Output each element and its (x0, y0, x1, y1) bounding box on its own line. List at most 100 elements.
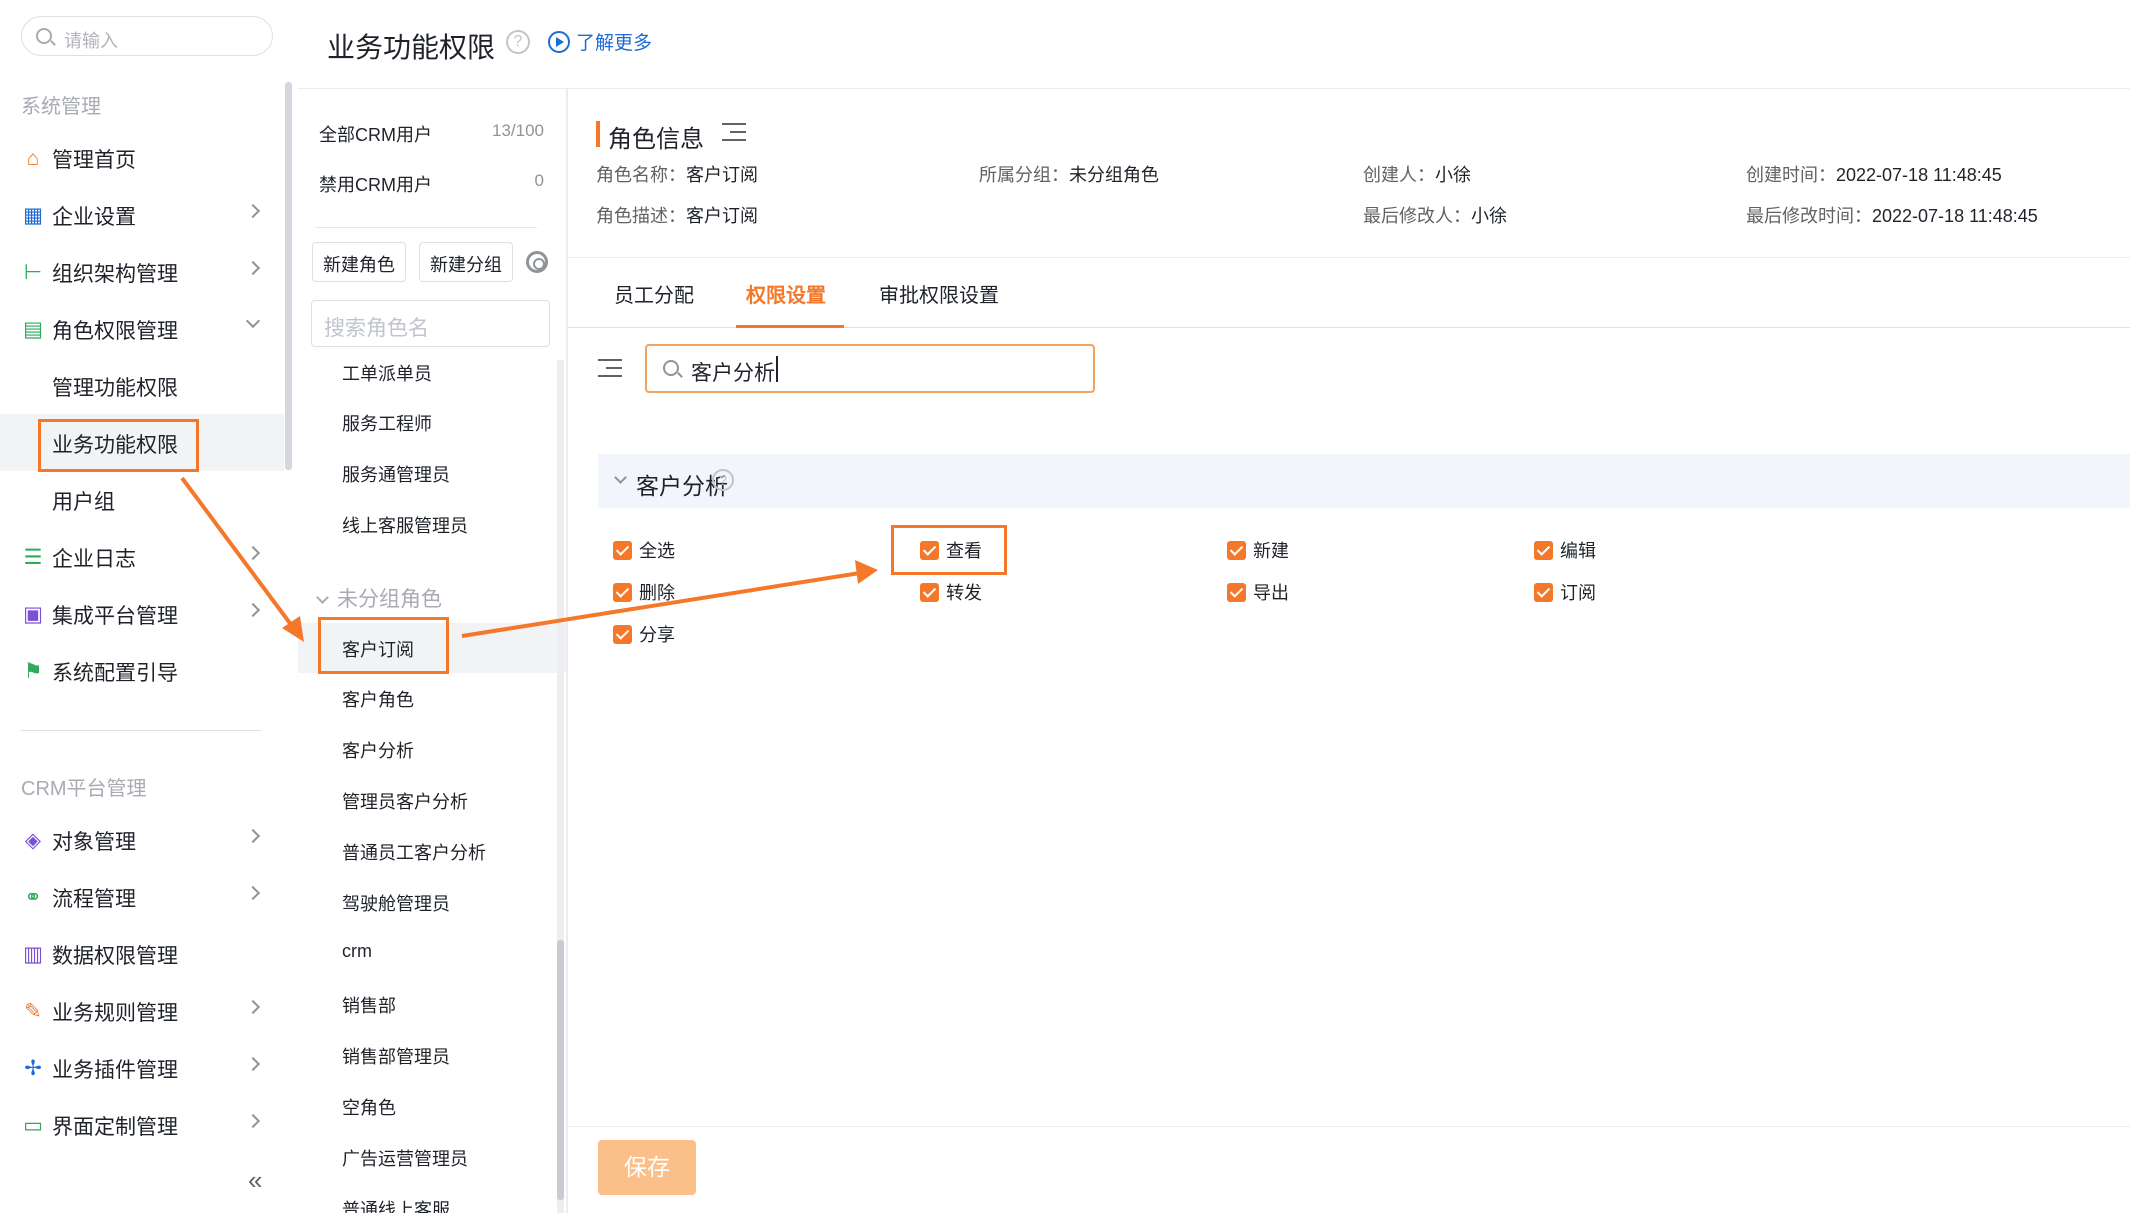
role-item[interactable]: 管理员客户分析 (298, 775, 566, 825)
role-search-input[interactable]: 搜索角色名 (311, 300, 550, 347)
creator-label: 创建人： (1363, 165, 1435, 185)
outline-list-icon[interactable] (722, 121, 746, 143)
role-label: crm (342, 941, 372, 961)
role-item[interactable]: 客户分析 (298, 724, 566, 774)
role-label: 服务通管理员 (342, 465, 450, 485)
disabled-crm-users-link[interactable]: 禁用CRM用户 (319, 171, 432, 197)
role-item[interactable]: 广告运营管理员 (298, 1132, 566, 1182)
role-group-field: 所属分组：未分组角色 (979, 161, 1159, 187)
page-title: 业务功能权限 (327, 32, 496, 63)
role-search-placeholder: 搜索角色名 (324, 317, 429, 340)
checkbox-checked-icon (1227, 583, 1246, 602)
last-modifier-value: 小徐 (1471, 206, 1507, 226)
sidebar-item-process-management[interactable]: ⚭ 流程管理 (0, 868, 284, 925)
tab-employee-assignment[interactable]: 员工分配 (614, 279, 694, 308)
sidebar-item-enterprise-settings[interactable]: ▦ 企业设置 (0, 186, 284, 243)
sidebar-item-integration-platform[interactable]: ▣ 集成平台管理 (0, 585, 284, 642)
creator-field: 创建人：小徐 (1363, 161, 1471, 187)
perm-checkbox-share[interactable]: 分享 (613, 621, 675, 647)
role-item[interactable]: 销售部管理员 (298, 1030, 566, 1080)
sidebar-item-config-guide[interactable]: ⚑ 系统配置引导 (0, 642, 284, 699)
sidebar-subitem-admin-function-permissions[interactable]: 管理功能权限 (0, 357, 284, 414)
sidebar-item-org-structure[interactable]: ⊢ 组织架构管理 (0, 243, 284, 300)
sidebar-item-label: 流程管理 (52, 888, 136, 911)
sidebar-search[interactable]: 请输入 (21, 16, 273, 56)
perm-checkbox-select-all[interactable]: 全选 (613, 537, 675, 563)
roles-scrollbar-thumb[interactable] (557, 940, 564, 1200)
checkbox-checked-icon (1534, 541, 1553, 560)
role-item[interactable]: 普通员工客户分析 (298, 826, 566, 876)
role-label: 管理员客户分析 (342, 792, 468, 812)
sidebar-item-label: 企业设置 (52, 206, 136, 229)
tab-permission-settings[interactable]: 权限设置 (746, 279, 826, 308)
checkbox-checked-icon (613, 625, 632, 644)
perm-checkbox-edit[interactable]: 编辑 (1534, 537, 1596, 563)
collapse-sidebar-icon[interactable]: « (248, 1165, 262, 1196)
active-tab-indicator (736, 325, 844, 328)
chevron-right-icon (245, 545, 261, 561)
role-label: 销售部 (342, 996, 396, 1016)
sidebar-item-label: 管理功能权限 (52, 377, 178, 400)
gear-icon[interactable] (526, 251, 548, 273)
sidebar-item-enterprise-log[interactable]: ☰ 企业日志 (0, 528, 284, 585)
role-name-label: 角色名称： (596, 165, 686, 185)
role-name-value: 客户订阅 (686, 165, 758, 185)
learn-more-label: 了解更多 (576, 33, 653, 54)
sidebar-item-role-permissions[interactable]: ▤ 角色权限管理 (0, 300, 284, 357)
chevron-right-icon (245, 1056, 261, 1072)
sidebar-item-data-permissions[interactable]: ▥ 数据权限管理 (0, 925, 284, 982)
save-button[interactable]: 保存 (598, 1140, 696, 1195)
role-item[interactable]: 空角色 (298, 1081, 566, 1131)
sidebar-item-ui-customization[interactable]: ▭ 界面定制管理 (0, 1096, 284, 1153)
log-icon: ☰ (23, 546, 43, 569)
role-item[interactable]: 客户角色 (298, 673, 566, 723)
learn-more-link[interactable]: 了解更多 (548, 28, 652, 55)
role-item[interactable]: 服务通管理员 (298, 448, 566, 498)
last-modifier-field: 最后修改人：小徐 (1363, 202, 1507, 228)
permission-search-input[interactable]: 客户分析 (645, 344, 1095, 393)
role-item[interactable]: crm (298, 928, 566, 978)
perm-label: 分享 (639, 625, 675, 645)
chevron-right-icon (245, 260, 261, 276)
expand-collapse-all-icon[interactable] (598, 357, 622, 379)
help-icon[interactable]: ? (506, 30, 530, 54)
disabled-crm-users-count: 0 (534, 171, 544, 190)
new-group-button[interactable]: 新建分组 (419, 242, 513, 282)
created-time-label: 创建时间： (1746, 165, 1836, 185)
perm-checkbox-delete[interactable]: 删除 (613, 579, 675, 605)
sidebar-item-object-management[interactable]: ◈ 对象管理 (0, 811, 284, 868)
permission-module-header[interactable]: 客户分析 ? (598, 454, 2130, 508)
perm-checkbox-create[interactable]: 新建 (1227, 537, 1289, 563)
role-item[interactable]: 销售部 (298, 979, 566, 1029)
sidebar-item-label: 对象管理 (52, 831, 136, 854)
role-item[interactable]: 普通线上客服 (298, 1183, 566, 1213)
all-crm-users-link[interactable]: 全部CRM用户 (319, 121, 432, 147)
sidebar-item-label: 数据权限管理 (52, 945, 178, 968)
chip-icon: ▣ (23, 603, 43, 626)
sidebar-item-business-rules[interactable]: ✎ 业务规则管理 (0, 982, 284, 1039)
role-group-ungrouped[interactable]: 未分组角色 (316, 583, 442, 613)
flow-icon: ⚭ (24, 886, 42, 909)
building-icon: ▦ (23, 204, 43, 227)
sidebar-item-label: 组织架构管理 (52, 263, 178, 286)
highlight-box-role (318, 617, 449, 674)
sidebar-item-label: 业务插件管理 (52, 1059, 178, 1082)
role-detail-panel: 角色信息 角色名称：客户订阅 所属分组：未分组角色 创建人：小徐 创建时间：20… (568, 89, 2130, 1213)
sidebar-subitem-user-groups[interactable]: 用户组 (0, 471, 284, 528)
roles-scrollbar[interactable] (557, 360, 564, 1213)
role-description-label: 角色描述： (596, 206, 686, 226)
role-item[interactable]: 驾驶舱管理员 (298, 877, 566, 927)
role-item[interactable]: 服务工程师 (298, 397, 566, 447)
new-role-button[interactable]: 新建角色 (312, 242, 406, 282)
checkbox-checked-icon (1534, 583, 1553, 602)
role-item[interactable]: 线上客服管理员 (298, 499, 566, 549)
sidebar-item-admin-home[interactable]: ⌂ 管理首页 (0, 129, 284, 186)
sidebar-scrollbar[interactable] (285, 82, 292, 470)
help-icon[interactable]: ? (712, 469, 734, 491)
perm-checkbox-subscribe[interactable]: 订阅 (1534, 579, 1596, 605)
perm-checkbox-forward[interactable]: 转发 (920, 579, 982, 605)
sidebar-item-business-plugins[interactable]: ✢ 业务插件管理 (0, 1039, 284, 1096)
tab-approval-permission-settings[interactable]: 审批权限设置 (879, 279, 999, 308)
role-item[interactable]: 工单派单员 (298, 347, 566, 397)
perm-checkbox-export[interactable]: 导出 (1227, 579, 1289, 605)
